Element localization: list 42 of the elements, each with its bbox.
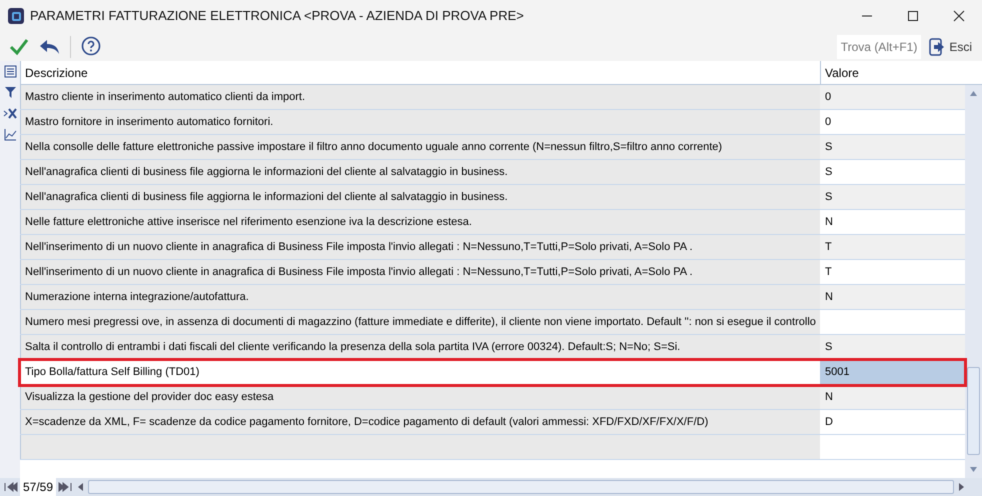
table-cell[interactable]: S: [820, 185, 965, 209]
table-cell: Salta il controllo di entrambi i dati fiscali del cliente verificando la presenza della sola partita IVA (errore 00324). Default:S; N=No; S=Si.: [20, 335, 820, 359]
app-logo-icon: [8, 8, 24, 24]
table-cell[interactable]: T: [820, 235, 965, 259]
clear-filter-icon[interactable]: [3, 107, 17, 120]
table-cell: X=scadenze da XML, F= scadenze da codice pagamento fornitore, D=codice pagamento di default (valori ammessi: XFD/FXD/XF/FX/X/F/D): [20, 410, 820, 434]
help-icon[interactable]: [79, 34, 103, 58]
table-cell[interactable]: S: [820, 335, 965, 359]
table-cell[interactable]: S: [820, 135, 965, 159]
table-cell: Numero mesi pregressi ove, in assenza di documenti di magazzino (fatture immediate e differite), il cliente non viene importato. Default '': non si esegue il controllo: [20, 310, 820, 334]
scroll-left-icon[interactable]: [76, 482, 86, 492]
table-cell[interactable]: 5001: [820, 360, 965, 384]
table-cell[interactable]: N: [820, 285, 965, 309]
scroll-down-icon[interactable]: [969, 465, 978, 474]
table-cell[interactable]: 0: [820, 85, 965, 109]
table-cell: Visualizza la gestione del provider doc easy estesa: [20, 385, 820, 409]
filter-icon[interactable]: [4, 86, 16, 99]
vertical-scrollbar[interactable]: [965, 85, 982, 478]
scroll-up-icon[interactable]: [969, 89, 978, 98]
scroll-right-icon[interactable]: [956, 482, 966, 492]
chart-icon[interactable]: [4, 128, 16, 141]
table-cell: Nelle fatture elettroniche attive inserisce nel riferimento esenzione iva la descrizione estesa.: [20, 210, 820, 234]
table-cell: Numerazione interna integrazione/autofattura.: [20, 285, 820, 309]
table-cell: Nell'anagrafica clienti di business file aggiorna le informazioni del cliente al salvataggio in business.: [20, 160, 820, 184]
column-header[interactable]: Descrizione: [20, 61, 820, 84]
list-icon[interactable]: [4, 65, 16, 78]
record-counter: 57/59: [20, 478, 56, 496]
table-cell: Nell'anagrafica clienti di business file aggiorna le informazioni del cliente al salvataggio in business.: [20, 185, 820, 209]
exit-button[interactable]: Esci: [929, 34, 974, 58]
column-header[interactable]: Valore: [820, 61, 982, 84]
table-cell: Nell'inserimento di un nuovo cliente in anagrafica di Business File imposta l'invio allegati : N=Nessuno,T=Tutti,P=Solo privati, A=Solo PA .: [20, 235, 820, 259]
search-button[interactable]: Trova (Alt+F1): [836, 34, 922, 58]
close-icon[interactable]: [953, 10, 965, 22]
maximize-icon[interactable]: [907, 10, 919, 22]
window-title: PARAMETRI FATTURAZIONE ELETTRONICA <PROVA - AZIENDA DI PROVA PRE>: [30, 7, 524, 26]
table-cell: Mastro fornitore in inserimento automatico fornitori.: [20, 110, 820, 134]
table-cell: Nell'inserimento di un nuovo cliente in anagrafica di Business File imposta l'invio allegati : N=Nessuno,T=Tutti,P=Solo privati, A=Solo PA .: [20, 260, 820, 284]
table-cell: Mastro cliente in inserimento automatico clienti da import.: [20, 85, 820, 109]
scroll-thumb[interactable]: [967, 367, 980, 455]
exit-door-icon: [929, 38, 946, 56]
table-cell: Nella consolle delle fatture elettroniche passive impostare il filtro anno documento uguale anno corrente (N=nessun filtro,S=filtro anno corrente): [20, 135, 820, 159]
table-cell[interactable]: N: [820, 385, 965, 409]
